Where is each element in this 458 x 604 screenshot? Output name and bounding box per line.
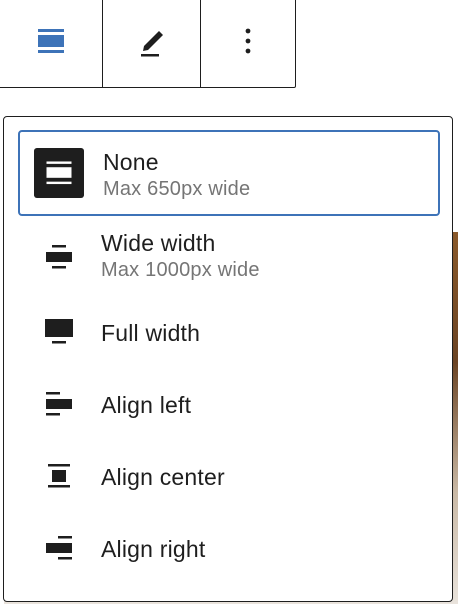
option-description: Max 1000px wide [101, 259, 260, 281]
align-none-icon [34, 148, 84, 198]
align-left-icon [34, 379, 84, 429]
page: None Max 650px wide Wide width Max 1000p… [0, 0, 458, 604]
option-none[interactable]: None Max 650px wide [18, 130, 440, 216]
option-label: Wide width [101, 230, 216, 256]
option-align-right[interactable]: Align right [18, 517, 440, 579]
align-none-icon [36, 26, 66, 61]
option-label: Full width [101, 320, 201, 346]
option-label: Align center [101, 464, 225, 490]
option-wide-width[interactable]: Wide width Max 1000px wide [18, 221, 440, 293]
align-center-icon [34, 451, 84, 501]
align-wide-icon [34, 232, 84, 282]
more-options-button[interactable] [201, 0, 295, 87]
option-full-width[interactable]: Full width [18, 301, 440, 363]
option-align-center[interactable]: Align center [18, 445, 440, 507]
align-full-icon [34, 307, 84, 357]
align-button[interactable] [0, 0, 103, 87]
option-description: Max 650px wide [103, 178, 251, 200]
alignment-dropdown: None Max 650px wide Wide width Max 1000p… [3, 116, 453, 602]
block-toolbar [0, 0, 296, 88]
option-label: Align left [101, 392, 192, 418]
align-right-icon [34, 523, 84, 573]
option-label: Align right [101, 536, 206, 562]
edit-button[interactable] [103, 0, 201, 87]
option-label: None [103, 149, 159, 175]
more-vertical-icon [243, 26, 253, 61]
pencil-icon [135, 24, 169, 63]
option-align-left[interactable]: Align left [18, 373, 440, 435]
